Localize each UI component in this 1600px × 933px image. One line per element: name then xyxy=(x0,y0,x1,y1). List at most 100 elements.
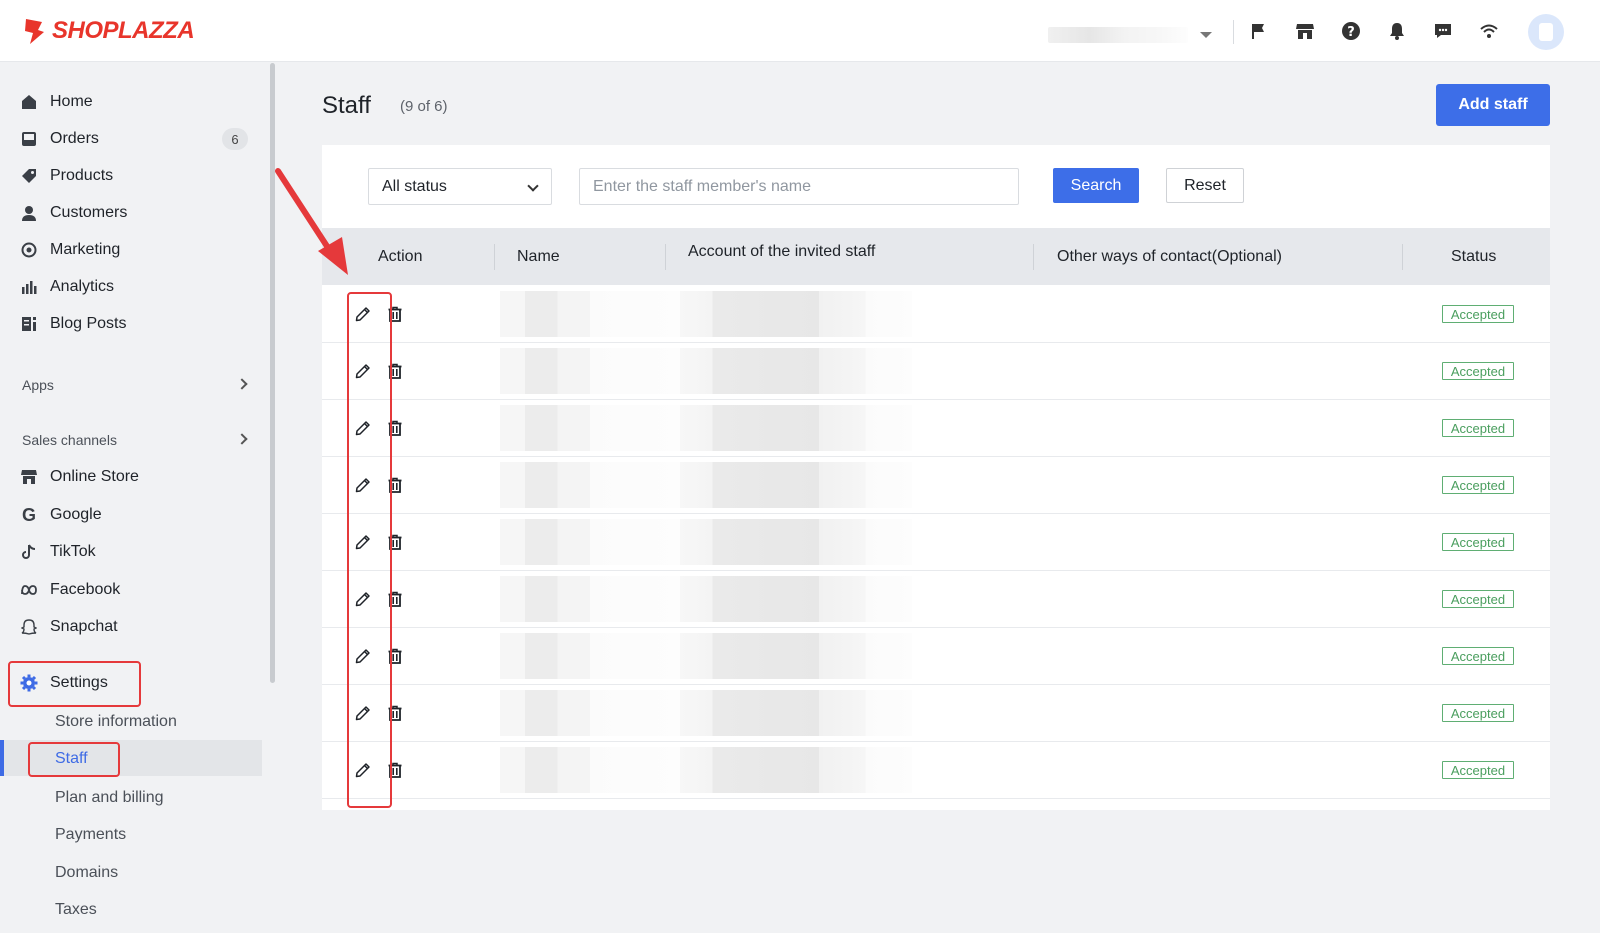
chat-icon[interactable] xyxy=(1432,20,1454,42)
sidebar-item-google[interactable]: G Google xyxy=(20,500,102,530)
sidebar-item-customers[interactable]: Customers xyxy=(20,198,127,228)
help-icon[interactable]: ? xyxy=(1340,20,1362,42)
add-staff-button[interactable]: Add staff xyxy=(1436,84,1550,126)
column-header-account: Account of the invited staff xyxy=(688,242,876,260)
meta-icon xyxy=(20,581,38,599)
storefront-icon[interactable] xyxy=(1294,20,1316,42)
staff-count: (9 of 6) xyxy=(400,98,448,115)
search-button[interactable]: Search xyxy=(1053,168,1139,203)
sidebar-item-marketing[interactable]: Marketing xyxy=(20,235,120,265)
bell-icon[interactable] xyxy=(1386,20,1408,42)
logo-mark-icon xyxy=(25,19,44,44)
sidebar-item-facebook[interactable]: Facebook xyxy=(20,575,120,605)
staff-account-blurred xyxy=(680,348,912,394)
staff-highlight-box xyxy=(28,742,120,777)
google-icon: G xyxy=(21,504,36,525)
sidebar-item-analytics[interactable]: Analytics xyxy=(20,272,114,302)
settings-highlight-box xyxy=(8,661,141,707)
table-row: Accepted xyxy=(322,513,1550,571)
action-column-highlight-box xyxy=(347,292,392,808)
status-filter-value: All status xyxy=(382,177,447,195)
sidebar-item-label: Blog Posts xyxy=(50,315,127,332)
avatar[interactable] xyxy=(1528,14,1564,50)
staff-name-blurred xyxy=(500,348,680,394)
chevron-down-icon xyxy=(527,180,539,192)
status-filter-select[interactable]: All status xyxy=(368,168,552,205)
header-icon-group: ? xyxy=(1248,20,1500,42)
table-header: Action Name Account of the invited staff… xyxy=(322,228,1550,285)
table-row: Accepted xyxy=(322,342,1550,400)
annotation-arrow-icon xyxy=(275,168,348,275)
active-indicator xyxy=(0,740,4,776)
home-icon xyxy=(20,93,38,111)
sidebar-item-label: Orders xyxy=(50,130,99,147)
inbox-icon xyxy=(20,130,38,148)
column-divider xyxy=(494,244,495,270)
column-header-action: Action xyxy=(378,247,423,265)
sidebar-item-orders[interactable]: Orders xyxy=(20,124,99,154)
sidebar-item-label: TikTok xyxy=(50,543,96,560)
table-row: Accepted xyxy=(322,741,1550,799)
svg-text:?: ? xyxy=(1347,25,1355,40)
sidebar-item-tiktok[interactable]: TikTok xyxy=(20,537,96,567)
sidebar-item-online-store[interactable]: Online Store xyxy=(20,462,139,492)
status-badge: Accepted xyxy=(1442,704,1514,722)
table-row: Accepted xyxy=(322,627,1550,685)
column-header-name: Name xyxy=(517,247,560,265)
staff-account-blurred xyxy=(680,291,912,337)
staff-account-blurred xyxy=(680,405,912,451)
status-badge: Accepted xyxy=(1442,419,1514,437)
staff-name-blurred xyxy=(500,405,680,451)
table-row: Accepted xyxy=(322,456,1550,514)
sidebar-item-products[interactable]: Products xyxy=(20,161,113,191)
sidebar-subitem-plan-and-billing[interactable]: Plan and billing xyxy=(55,789,164,807)
status-badge: Accepted xyxy=(1442,476,1514,494)
column-header-status: Status xyxy=(1451,247,1497,265)
staff-account-blurred xyxy=(680,747,912,793)
status-badge: Accepted xyxy=(1442,590,1514,608)
sidebar-item-home[interactable]: Home xyxy=(20,87,93,117)
sidebar-item-snapchat[interactable]: Snapchat xyxy=(20,612,118,642)
flag-icon[interactable] xyxy=(1248,20,1270,42)
shoplazza-logo[interactable]: SHOPLAZZA xyxy=(22,16,195,46)
chevron-down-icon xyxy=(1200,32,1212,38)
wifi-icon[interactable] xyxy=(1478,20,1500,42)
reset-button[interactable]: Reset xyxy=(1166,168,1244,203)
snapchat-icon xyxy=(20,618,38,636)
sidebar-item-label: Analytics xyxy=(50,278,115,295)
sidebar-subitem-store-information[interactable]: Store information xyxy=(55,713,177,731)
staff-name-blurred xyxy=(500,633,680,679)
staff-account-blurred xyxy=(680,462,912,508)
store-switcher[interactable] xyxy=(1048,24,1218,46)
column-divider xyxy=(665,244,666,270)
staff-name-search-input[interactable] xyxy=(579,168,1019,205)
column-header-other-contact: Other ways of contact(Optional) xyxy=(1057,247,1282,265)
sidebar-item-label: Customers xyxy=(50,204,128,221)
staff-account-blurred xyxy=(680,519,912,565)
status-badge: Accepted xyxy=(1442,647,1514,665)
page-title: Staff xyxy=(322,92,371,119)
apps-section-label[interactable]: Apps xyxy=(22,377,54,393)
staff-table-card: All status Search Reset Action Name Acco… xyxy=(322,145,1550,810)
staff-name-blurred xyxy=(500,747,680,793)
table-row: Accepted xyxy=(322,285,1550,343)
staff-name-blurred xyxy=(500,519,680,565)
sidebar-subitem-payments[interactable]: Payments xyxy=(55,826,126,844)
table-row: Accepted xyxy=(322,684,1550,742)
sidebar-item-label: Facebook xyxy=(50,581,121,598)
sidebar-subitem-taxes[interactable]: Taxes xyxy=(55,901,97,919)
status-badge: Accepted xyxy=(1442,761,1514,779)
sidebar-item-blog-posts[interactable]: Blog Posts xyxy=(20,309,126,339)
sales-channels-section-label[interactable]: Sales channels xyxy=(22,432,117,448)
staff-account-blurred xyxy=(680,576,912,622)
column-divider xyxy=(1033,244,1034,270)
bar-chart-icon xyxy=(20,278,38,296)
top-bar: SHOPLAZZA ? xyxy=(0,0,1600,62)
sidebar-scrollbar[interactable] xyxy=(270,63,275,683)
tag-icon xyxy=(20,167,38,185)
person-icon xyxy=(20,204,38,222)
logo-text: SHOPLAZZA xyxy=(52,17,195,44)
tiktok-icon xyxy=(20,543,38,561)
orders-count-badge: 6 xyxy=(222,128,248,150)
sidebar-subitem-domains[interactable]: Domains xyxy=(55,864,118,882)
